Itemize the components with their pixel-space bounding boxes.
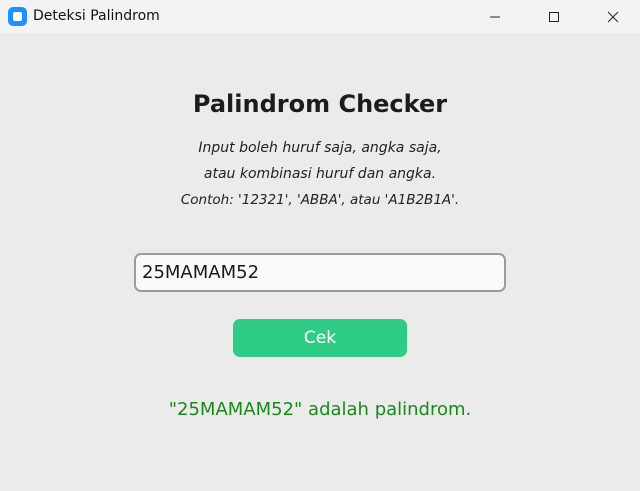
app-icon bbox=[8, 7, 27, 26]
palindrome-input[interactable] bbox=[134, 253, 506, 292]
minimize-button[interactable] bbox=[472, 0, 518, 33]
maximize-icon bbox=[549, 11, 559, 22]
result-message: "25MAMAM52" adalah palindrom. bbox=[168, 399, 472, 420]
window-title: Deteksi Palindrom bbox=[33, 8, 160, 24]
title-bar: Deteksi Palindrom bbox=[0, 0, 640, 33]
check-button[interactable]: Cek bbox=[233, 319, 407, 357]
close-icon bbox=[607, 11, 619, 22]
app-window: Deteksi Palindrom Palindrom Checker Inpu… bbox=[0, 0, 640, 491]
description-line-2: atau kombinasi huruf dan angka. bbox=[203, 166, 437, 182]
maximize-button[interactable] bbox=[531, 0, 577, 33]
page-title: Palindrom Checker bbox=[192, 90, 448, 118]
close-button[interactable] bbox=[590, 0, 636, 33]
description-line-1: Input boleh huruf saja, angka saja, bbox=[198, 140, 442, 156]
minimize-icon bbox=[490, 16, 500, 17]
description-line-3: Contoh: '12321', 'ABBA', atau 'A1B2B1A'. bbox=[180, 192, 460, 208]
